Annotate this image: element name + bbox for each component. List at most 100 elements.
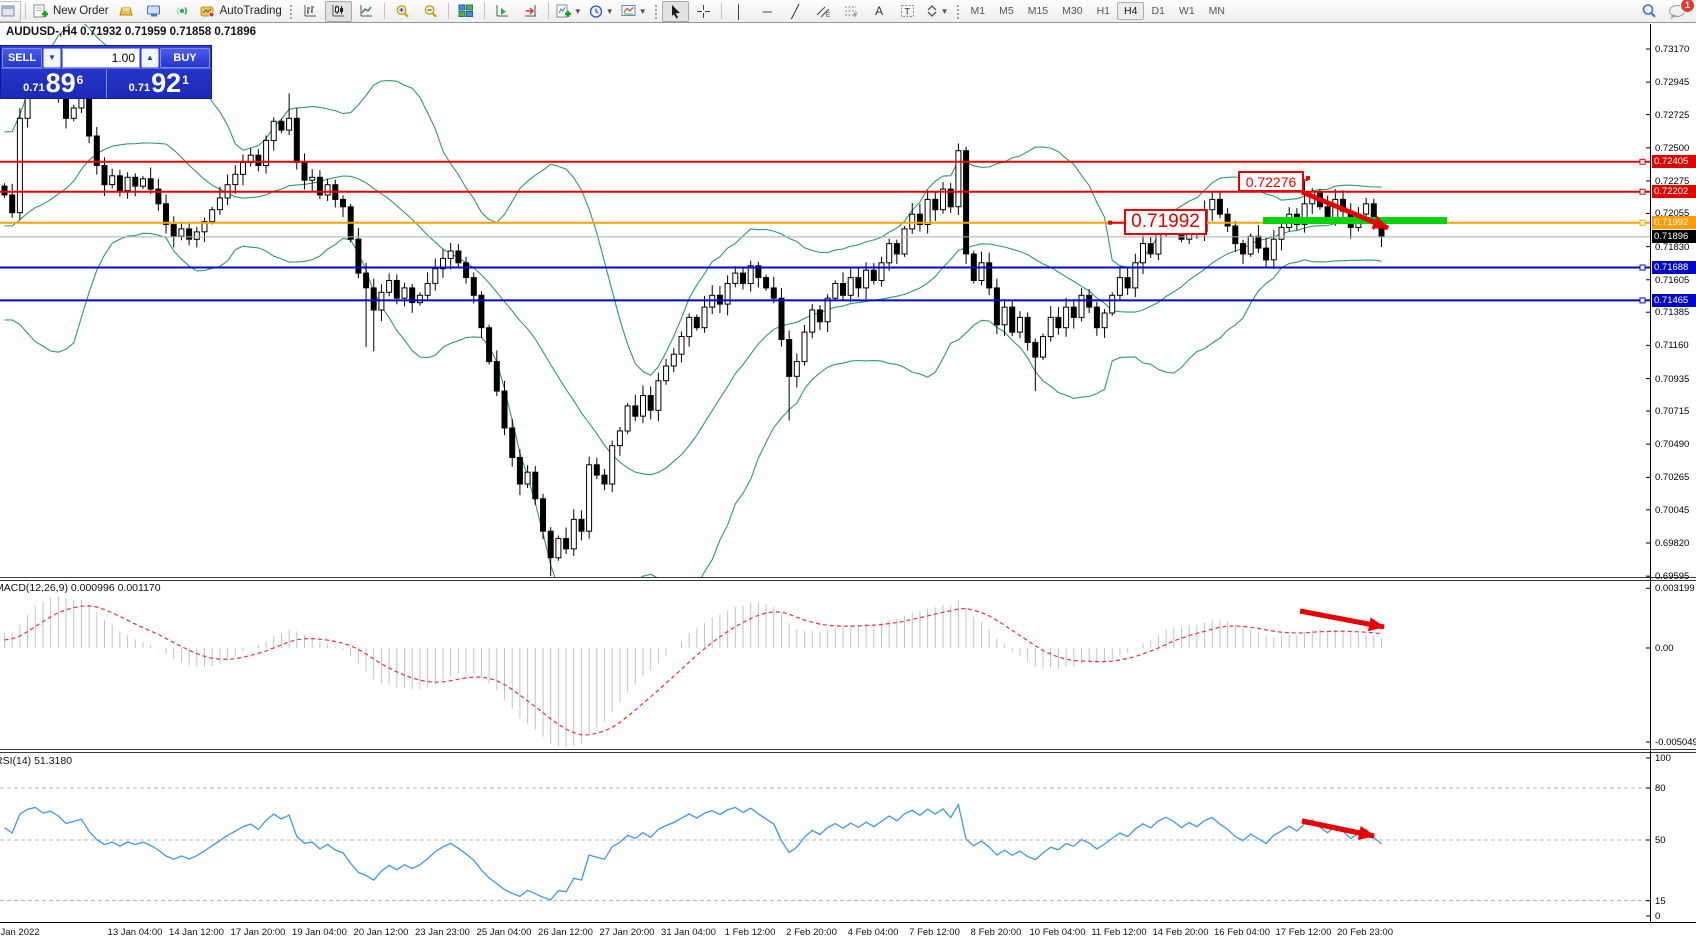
time-tick: 31 Jan 04:00 <box>661 927 716 938</box>
rsi-tick: 0 <box>1655 911 1695 922</box>
bid-price[interactable]: 0.71 89 6 <box>1 69 106 98</box>
trendline-icon[interactable]: ╱ <box>782 1 809 22</box>
notifications-icon[interactable]: 1 <box>1663 1 1690 22</box>
timeframe-m5[interactable]: M5 <box>992 2 1021 20</box>
price-tick: 0.71605 <box>1655 275 1695 286</box>
bar-chart-icon[interactable] <box>297 1 324 22</box>
macd-tick: 0.00 <box>1655 643 1695 654</box>
timeframe-h1[interactable]: H1 <box>1090 2 1117 20</box>
rsi-indicator-label: RSI(14) 51.3180 <box>0 755 72 767</box>
time-tick: 7 Feb 12:00 <box>909 927 960 938</box>
resistance-annotation[interactable]: 0.72276 <box>1238 171 1304 192</box>
ask-price-prefix: 0.71 <box>129 82 150 94</box>
price-axis[interactable] <box>1650 24 1651 922</box>
rsi-tick: 50 <box>1655 835 1695 846</box>
time-tick: 20 Feb 23:00 <box>1337 927 1393 938</box>
auto-scroll-icon[interactable] <box>489 1 516 22</box>
timeframe-m15[interactable]: M15 <box>1021 2 1055 20</box>
chart-shift-icon[interactable] <box>517 1 544 22</box>
buy-button[interactable]: BUY <box>160 48 210 68</box>
time-tick: 2 Feb 20:00 <box>786 927 837 938</box>
templates-dropdown[interactable]: ▼ <box>618 1 650 22</box>
time-tick: 14 Feb 20:00 <box>1153 927 1209 938</box>
price-badge: 0.71896 <box>1652 230 1696 243</box>
line-chart-icon[interactable] <box>353 1 380 22</box>
time-tick: 14 Jan 12:00 <box>169 927 224 938</box>
autotrading-icon <box>200 5 216 18</box>
autotrading-button[interactable]: AutoTrading <box>197 2 285 21</box>
crosshair-icon[interactable] <box>690 1 717 22</box>
timeframe-m1[interactable]: M1 <box>964 2 993 20</box>
metaeditor-icon[interactable] <box>141 1 168 22</box>
volume-input[interactable]: 1.00 <box>62 48 140 68</box>
periods-dropdown[interactable]: ▼ <box>586 1 617 22</box>
zoom-out-icon[interactable] <box>417 1 444 22</box>
equidistant-channel-icon[interactable]: E <box>810 1 837 22</box>
candlestick-chart-icon[interactable] <box>325 1 352 22</box>
bid-price-main: 89 <box>46 71 76 97</box>
subwindow-separator[interactable] <box>0 577 1696 581</box>
time-axis[interactable] <box>0 922 1696 923</box>
time-tick: 19 Jan 04:00 <box>292 927 347 938</box>
ask-price[interactable]: 0.71 92 1 <box>106 69 212 98</box>
price-badge: 0.71465 <box>1652 294 1696 307</box>
support-annotation[interactable]: 0.71992 <box>1124 209 1207 235</box>
notification-badge: 1 <box>1680 0 1695 13</box>
time-tick: 25 Jan 04:00 <box>477 927 532 938</box>
rsi-tick: 15 <box>1655 896 1695 907</box>
price-tick: 0.69595 <box>1655 571 1695 582</box>
price-tick: 0.70045 <box>1655 505 1695 516</box>
price-tick: 0.70265 <box>1655 472 1695 483</box>
text-label-icon[interactable]: T <box>894 1 921 22</box>
zoom-in-icon[interactable] <box>389 1 416 22</box>
chart-window-icon[interactable] <box>0 1 21 22</box>
subwindow-separator[interactable] <box>0 749 1696 753</box>
price-badge: 0.72202 <box>1652 185 1696 198</box>
volume-decrease-button[interactable]: ▼ <box>43 48 61 68</box>
volume-increase-button[interactable]: ▲ <box>141 48 159 68</box>
fibonacci-icon[interactable]: F <box>838 1 865 22</box>
macd-indicator-label: MACD(12,26,9) 0.000996 0.001170 <box>0 582 161 594</box>
tile-windows-icon[interactable] <box>453 1 480 22</box>
time-tick: 11 Feb 12:00 <box>1091 927 1146 938</box>
signals-icon[interactable] <box>169 1 196 22</box>
price-tick: 0.70935 <box>1655 374 1695 385</box>
new-order-label: New Order <box>53 5 109 17</box>
autotrading-label: AutoTrading <box>220 5 282 17</box>
price-tick: 0.69820 <box>1655 538 1695 549</box>
rsi-tick: 100 <box>1655 753 1695 764</box>
macd-tick: 0.003199 <box>1655 583 1695 594</box>
time-tick: 10 Feb 04:00 <box>1030 927 1086 938</box>
text-icon[interactable]: A <box>866 1 893 22</box>
bid-price-prefix: 0.71 <box>23 82 44 94</box>
caret-icon: ▼ <box>574 7 582 16</box>
price-badge: 0.71688 <box>1652 261 1696 274</box>
time-tick: 16 Feb 04:00 <box>1214 927 1270 938</box>
timeframe-w1[interactable]: W1 <box>1172 2 1202 20</box>
new-order-button[interactable]: New Order <box>30 2 112 21</box>
price-tick: 0.71160 <box>1655 340 1695 351</box>
deposit-icon[interactable] <box>113 1 140 22</box>
timeframe-mn[interactable]: MN <box>1202 2 1232 20</box>
search-icon[interactable] <box>1635 1 1662 22</box>
price-tick: 0.72500 <box>1655 143 1695 154</box>
chart-canvas[interactable] <box>0 0 1696 946</box>
toolbar-drag-handle[interactable] <box>956 4 960 19</box>
price-badge: 0.72405 <box>1652 155 1696 168</box>
price-tick: 0.72945 <box>1655 77 1695 88</box>
price-tick: 0.72725 <box>1655 110 1695 121</box>
timeframe-m30[interactable]: M30 <box>1055 2 1089 20</box>
cursor-icon[interactable] <box>662 1 689 22</box>
toolbar-drag-handle[interactable] <box>654 4 658 19</box>
timeframe-d1[interactable]: D1 <box>1144 2 1171 20</box>
divider <box>484 3 485 19</box>
time-tick: 27 Jan 20:00 <box>600 927 655 938</box>
sell-button[interactable]: SELL <box>2 48 42 68</box>
price-tick: 0.70490 <box>1655 439 1695 450</box>
vertical-line-icon[interactable]: │ <box>726 1 753 22</box>
arrows-dropdown[interactable]: ▼ <box>922 1 952 22</box>
timeframe-h4[interactable]: H4 <box>1117 2 1144 20</box>
indicators-dropdown[interactable]: ▼ <box>553 1 585 22</box>
horizontal-line-icon[interactable]: ─ <box>754 1 781 22</box>
toolbar-drag-handle[interactable] <box>289 4 293 19</box>
